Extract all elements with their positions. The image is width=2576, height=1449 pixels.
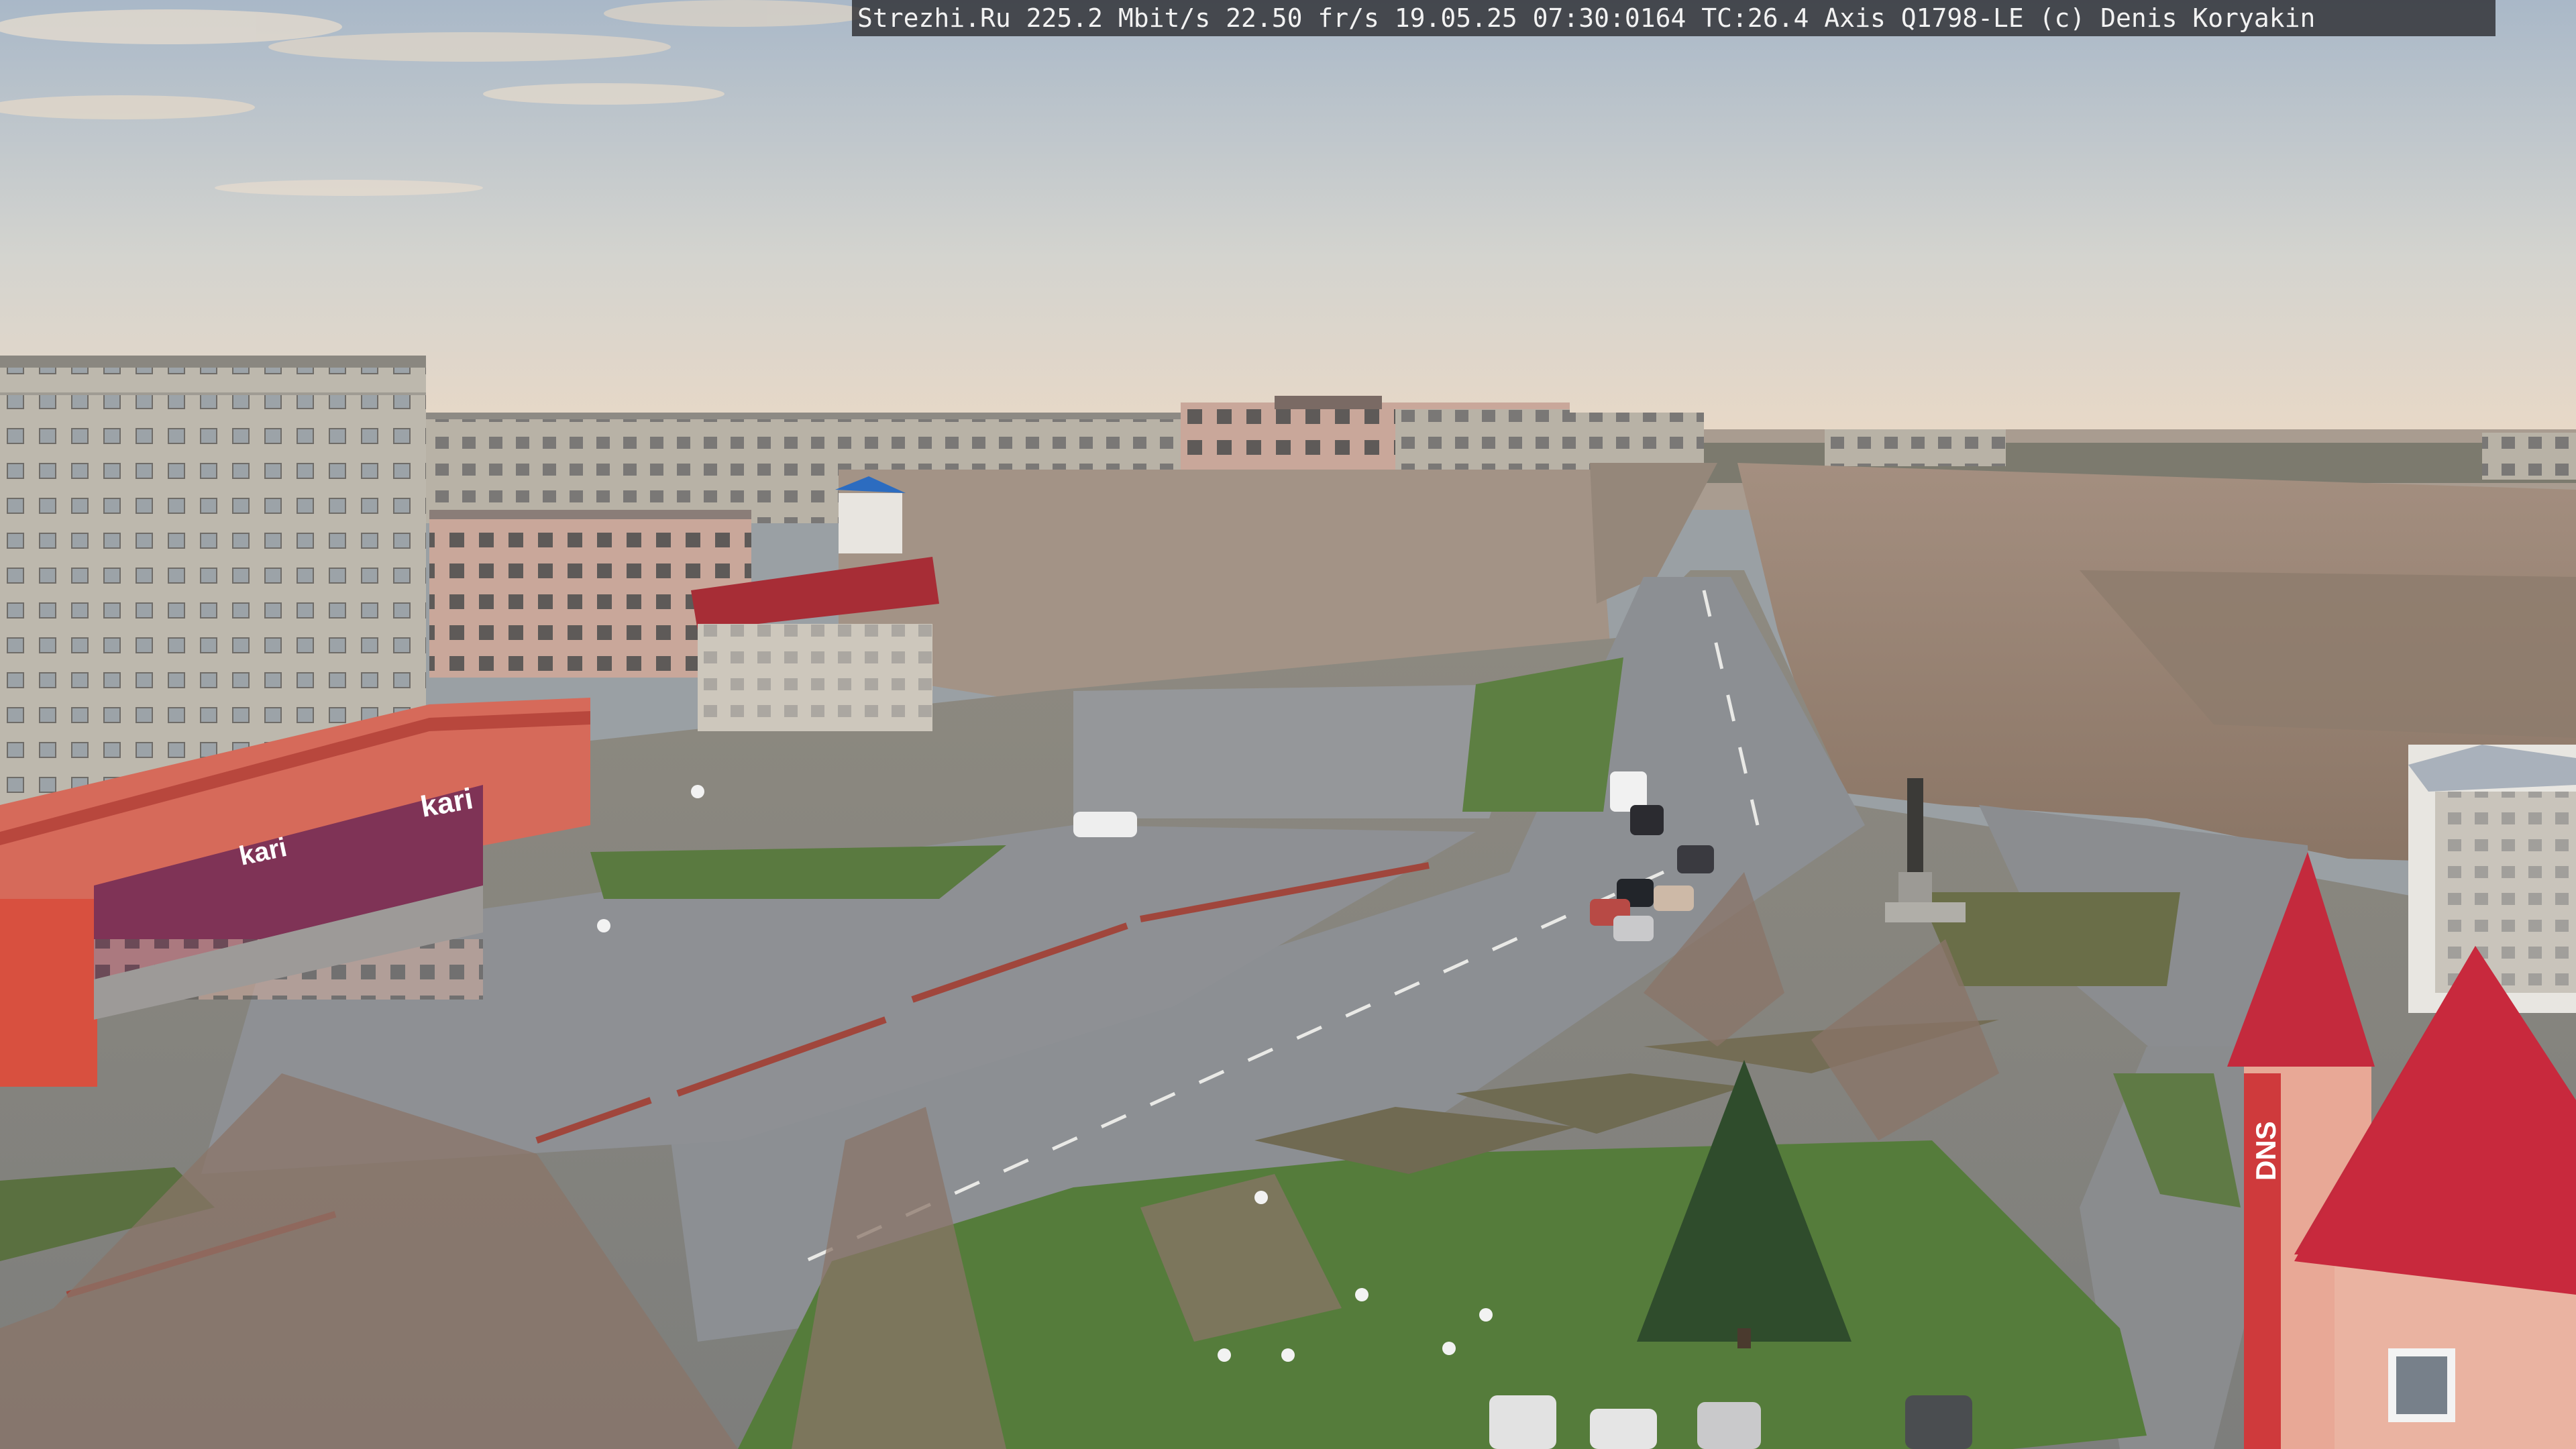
store-right-sign: DNS bbox=[2250, 1121, 2282, 1181]
lawn-plaza bbox=[590, 845, 1006, 899]
camera-overlay: Strezhi.Ru 225.2 Mbit/s 22.50 fr/s 19.05… bbox=[852, 0, 2496, 36]
webcam-scene: kari kari DNS bbox=[0, 0, 2576, 1449]
parking-lot bbox=[1073, 684, 1529, 818]
